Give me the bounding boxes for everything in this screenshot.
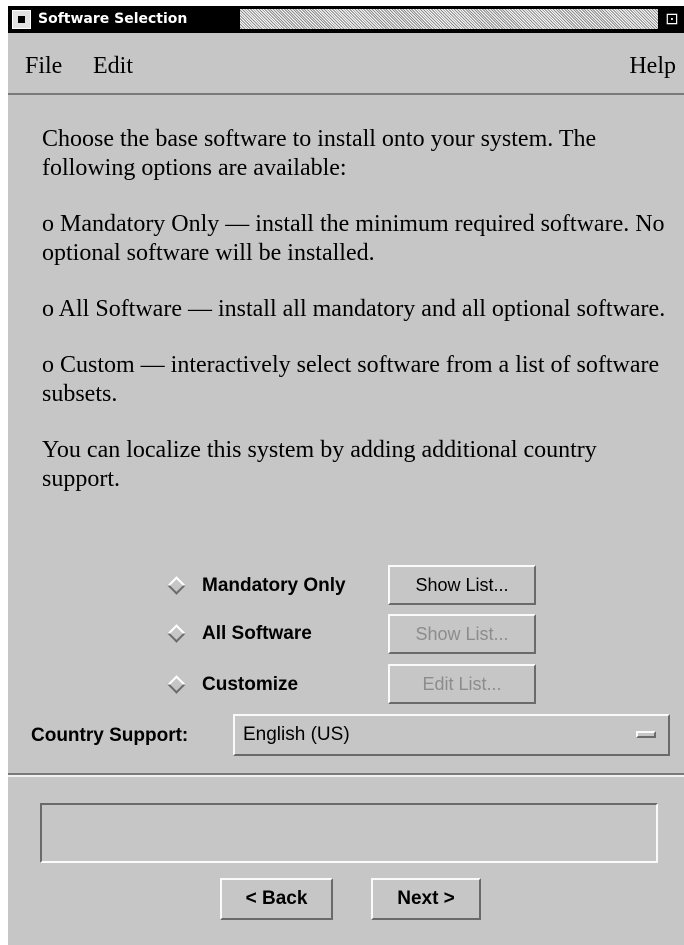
radio-diamond-icon[interactable]	[167, 624, 186, 643]
window-menu-button[interactable]	[12, 10, 31, 29]
option-label[interactable]: Mandatory Only	[202, 575, 346, 597]
country-support-label: Country Support:	[31, 725, 189, 746]
country-support-value: English (US)	[243, 724, 350, 745]
status-message-area	[40, 803, 658, 863]
option-label[interactable]: Customize	[202, 674, 298, 696]
next-button[interactable]: Next >	[371, 878, 481, 920]
maximize-icon[interactable]: ⊡	[662, 9, 682, 29]
intro-paragraph: Choose the base software to install onto…	[42, 126, 597, 181]
option-label[interactable]: All Software	[202, 623, 312, 645]
show-list-button-mandatory[interactable]: Show List...	[388, 565, 536, 605]
back-button[interactable]: < Back	[220, 878, 333, 920]
software-selection-window: File Edit Help Choose the base software …	[8, 33, 684, 945]
title-bar-drag-area[interactable]	[240, 9, 658, 29]
menu-bar: File Edit Help	[8, 33, 684, 95]
window-title: Software Selection	[38, 9, 192, 29]
menu-edit[interactable]: Edit	[93, 53, 133, 80]
all-software-description: o All Software –– install all mandatory …	[42, 296, 666, 322]
localize-paragraph: You can localize this system by adding a…	[42, 437, 597, 492]
show-list-button-all-software: Show List...	[388, 614, 536, 654]
radio-diamond-icon[interactable]	[167, 576, 186, 595]
window-menu-icon	[18, 16, 25, 23]
radio-diamond-icon[interactable]	[167, 675, 186, 694]
title-bar: Software Selection ⊡	[8, 6, 684, 33]
option-menu-indicator-icon	[636, 731, 656, 738]
separator	[8, 773, 684, 777]
menu-help[interactable]: Help	[629, 53, 676, 80]
edit-list-button: Edit List...	[388, 664, 536, 704]
menu-file[interactable]: File	[25, 53, 62, 80]
custom-description: o Custom –– interactively select softwar…	[42, 352, 660, 407]
mandatory-description: o Mandatory Only –– install the minimum …	[42, 211, 665, 266]
country-support-select[interactable]: English (US)	[233, 714, 670, 756]
instructions-text: Choose the base software to install onto…	[42, 125, 672, 521]
